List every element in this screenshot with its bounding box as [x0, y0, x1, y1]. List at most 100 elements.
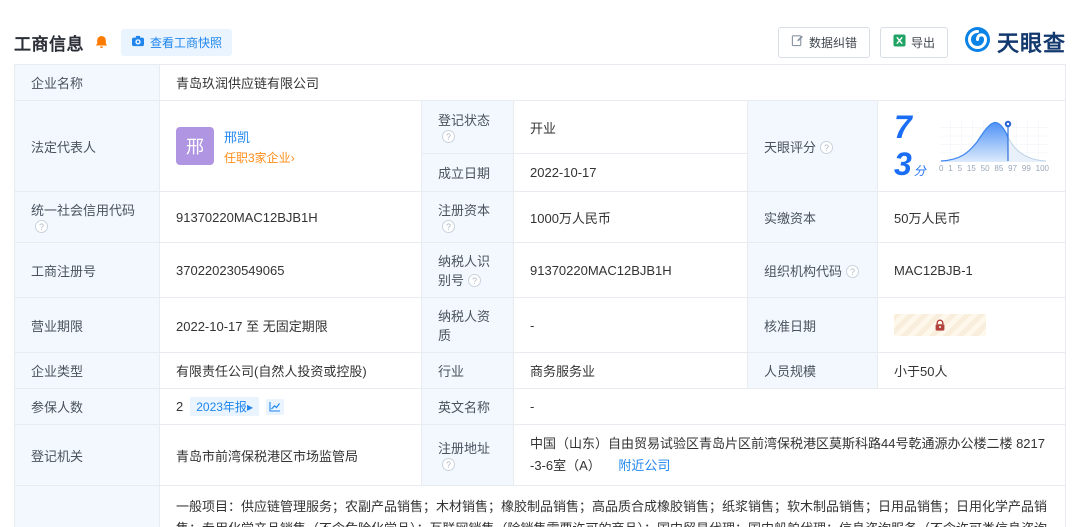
taxpayer-quality-label: 纳税人资质	[422, 298, 514, 353]
reg-capital-label-cell: 注册资本?	[422, 192, 514, 243]
approval-date-cell	[878, 298, 1066, 353]
avatar[interactable]: 邢	[176, 127, 214, 165]
legal-rep-label: 法定代表人	[15, 101, 160, 192]
question-mark-icon[interactable]: ?	[442, 130, 455, 143]
taxpayer-quality-value: -	[514, 298, 748, 353]
question-mark-icon[interactable]: ?	[846, 265, 859, 278]
paid-capital-value: 50万人民币	[878, 192, 1066, 243]
trend-chart-icon[interactable]	[266, 399, 284, 415]
panel-title: 工商信息	[14, 30, 84, 55]
question-mark-icon[interactable]: ?	[35, 220, 48, 233]
tianyancha-logo-text: 天眼查	[997, 26, 1066, 58]
table-row: 营业期限 2022-10-17 至 无固定期限 纳税人资质 - 核准日期	[15, 298, 1066, 353]
reg-status-label: 登记状态	[438, 113, 490, 128]
reg-number-value: 370220230549065	[160, 243, 422, 298]
export-button[interactable]: 导出	[880, 27, 948, 58]
locked-value[interactable]	[894, 314, 986, 336]
bell-icon[interactable]	[94, 35, 109, 50]
table-row: 统一社会信用代码? 91370220MAC12BJB1H 注册资本? 1000万…	[15, 192, 1066, 243]
reg-address-label: 注册地址	[438, 441, 490, 456]
company-name-label: 企业名称	[15, 65, 160, 101]
business-term-value: 2022-10-17 至 无固定期限	[160, 298, 422, 353]
score-value: 73分	[894, 109, 927, 183]
business-scope-value: 一般项目：供应链管理服务；农副产品销售；木材销售；橡胶制品销售；高品质合成橡胶销…	[160, 486, 1066, 527]
reg-capital-label: 注册资本	[438, 203, 490, 218]
score-label-cell: 天眼评分?	[748, 101, 878, 192]
question-mark-icon[interactable]: ?	[820, 141, 833, 154]
taxpayer-id-label: 纳税人识别号	[438, 254, 490, 288]
question-mark-icon[interactable]: ?	[442, 458, 455, 471]
data-correction-label: 数据纠错	[809, 34, 857, 51]
excel-icon	[893, 34, 906, 50]
legal-rep-cell: 邢 邢凯 任职3家企业›	[160, 101, 422, 192]
reg-address-label-cell: 注册地址?	[422, 425, 514, 486]
english-name-label: 英文名称	[422, 389, 514, 425]
axis-tick: 97	[1008, 164, 1017, 173]
business-scope-label-cell: 经营范围?	[15, 486, 160, 527]
score-label: 天眼评分	[764, 140, 816, 155]
paid-capital-label: 实缴资本	[748, 192, 878, 243]
panel-header: 工商信息 查看工商快照 数据纠错 导出 天眼查	[14, 26, 1066, 58]
lock-icon	[934, 319, 946, 332]
taxpayer-id-label-cell: 纳税人识别号?	[422, 243, 514, 298]
legal-rep-positions-link[interactable]: 任职3家企业›	[224, 149, 295, 166]
business-term-label: 营业期限	[15, 298, 160, 353]
industry-label: 行业	[422, 353, 514, 389]
org-code-label: 组织机构代码	[764, 264, 842, 279]
reg-address-cell: 中国（山东）自由贸易试验区青岛片区前湾保税港区莫斯科路44号乾通源办公楼二楼 8…	[514, 425, 1066, 486]
tianyancha-logo: 天眼查	[964, 26, 1066, 58]
staff-size-value: 小于50人	[878, 353, 1066, 389]
legal-rep-name-link[interactable]: 邢凯	[224, 127, 295, 146]
taxpayer-id-value: 91370220MAC12BJB1H	[514, 243, 748, 298]
score-chart-axis: 0 1 5 15 50 85 97 99 100	[939, 164, 1049, 173]
establish-date-value: 2022-10-17	[514, 154, 748, 192]
view-snapshot-label: 查看工商快照	[150, 34, 222, 51]
company-type-value: 有限责任公司(自然人投资或控股)	[160, 353, 422, 389]
org-code-value: MAC12BJB-1	[878, 243, 1066, 298]
score-unit: 分	[914, 164, 926, 178]
axis-tick: 0	[939, 164, 943, 173]
score-number: 73	[894, 109, 912, 182]
reg-status-label-cell: 登记状态?	[422, 101, 514, 154]
score-distribution-chart[interactable]: 0 1 5 15 50 85 97 99 100	[939, 119, 1049, 173]
staff-size-label: 人员规模	[748, 353, 878, 389]
english-name-value: -	[514, 389, 1066, 425]
annual-report-badge[interactable]: 2023年报▸	[190, 397, 259, 416]
org-code-label-cell: 组织机构代码?	[748, 243, 878, 298]
tianyancha-logo-icon	[964, 26, 991, 58]
score-cell: 73分	[878, 101, 1066, 192]
credit-code-label: 统一社会信用代码	[31, 203, 135, 218]
table-row: 企业名称 青岛玖润供应链有限公司	[15, 65, 1066, 101]
positions-label: 任职3家企业	[224, 151, 291, 165]
credit-code-value: 91370220MAC12BJB1H	[160, 192, 422, 243]
table-row: 法定代表人 邢 邢凯 任职3家企业› 登记状态? 开业 天眼评分? 73分	[15, 101, 1066, 154]
edit-doc-icon	[791, 34, 804, 50]
axis-tick: 99	[1022, 164, 1031, 173]
view-snapshot-button[interactable]: 查看工商快照	[121, 29, 232, 56]
data-correction-button[interactable]: 数据纠错	[778, 27, 870, 58]
axis-tick: 50	[981, 164, 990, 173]
reg-authority-label: 登记机关	[15, 425, 160, 486]
axis-tick: 85	[994, 164, 1003, 173]
insured-count-cell: 2 2023年报▸	[160, 389, 422, 425]
chevron-right-icon: ›	[291, 151, 295, 165]
table-row: 经营范围? 一般项目：供应链管理服务；农副产品销售；木材销售；橡胶制品销售；高品…	[15, 486, 1066, 527]
table-row: 工商注册号 370220230549065 纳税人识别号? 91370220MA…	[15, 243, 1066, 298]
axis-tick: 1	[948, 164, 952, 173]
reg-address-value: 中国（山东）自由贸易试验区青岛片区前湾保税港区莫斯科路44号乾通源办公楼二楼 8…	[530, 436, 1045, 473]
annual-report-label: 2023年报	[196, 400, 247, 414]
question-mark-icon[interactable]: ?	[442, 220, 455, 233]
nearby-companies-link[interactable]: 附近公司	[618, 458, 670, 473]
export-label: 导出	[911, 34, 935, 51]
question-mark-icon[interactable]: ?	[468, 274, 481, 287]
company-type-label: 企业类型	[15, 353, 160, 389]
camera-icon	[131, 35, 145, 50]
insured-count-label: 参保人数	[15, 389, 160, 425]
axis-tick: 100	[1036, 164, 1049, 173]
caret-right-icon: ▸	[247, 400, 253, 414]
reg-status-value: 开业	[514, 101, 748, 154]
reg-number-label: 工商注册号	[15, 243, 160, 298]
insured-count-value: 2	[176, 399, 183, 414]
axis-tick: 5	[958, 164, 962, 173]
business-info-panel: 工商信息 查看工商快照 数据纠错 导出 天眼查	[0, 0, 1080, 527]
